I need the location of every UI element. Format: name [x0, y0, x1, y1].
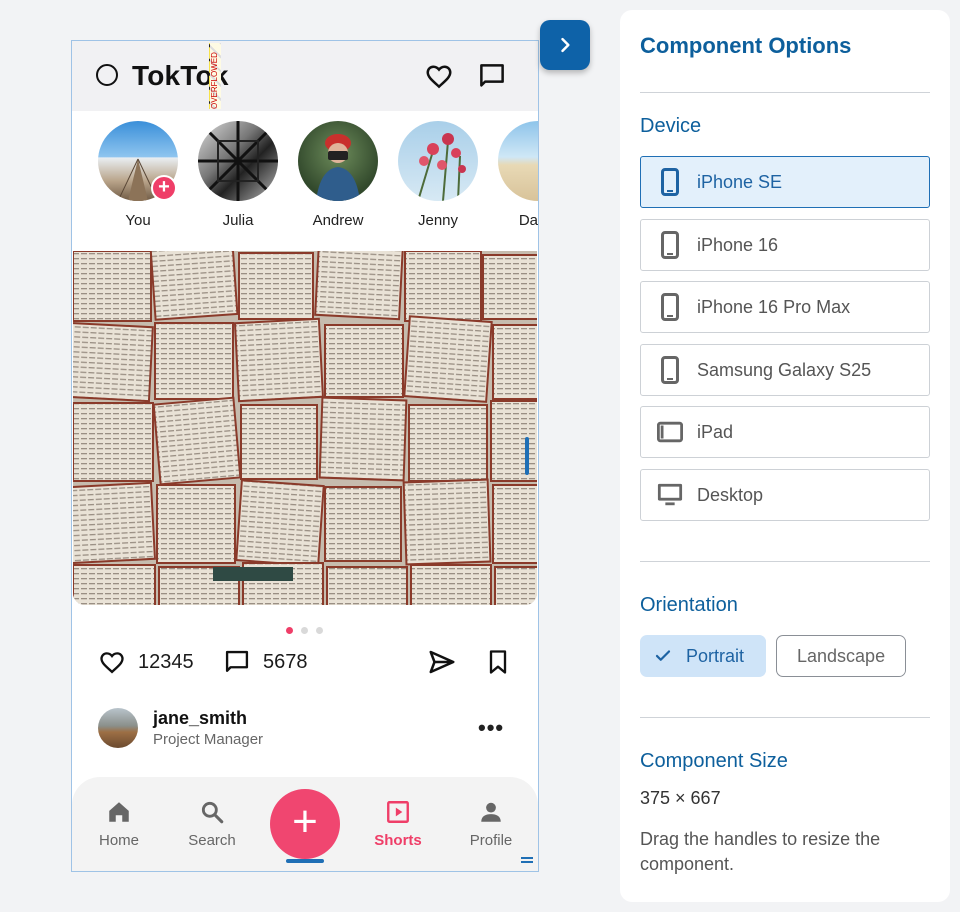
device-option-ipad[interactable]: iPad [640, 406, 930, 458]
story-name: Jenny [417, 212, 459, 229]
phone-icon [657, 167, 683, 197]
component-size-value: 375 × 667 [640, 788, 721, 808]
send-icon[interactable] [427, 647, 457, 677]
chevron-right-icon [561, 37, 570, 53]
story-avatar [298, 121, 378, 201]
device-option-desktop[interactable]: Desktop [640, 469, 930, 521]
orientation-label: Landscape [797, 645, 886, 666]
monitor-icon [657, 480, 683, 510]
message-icon[interactable] [477, 61, 507, 91]
bottom-navigation: Home Search + Shorts Profile [72, 777, 538, 871]
check-icon [655, 650, 671, 661]
size-section-title: Component Size [640, 750, 788, 772]
overflow-warning-label: OVERFLOWED BY 5 [210, 43, 221, 109]
comment-icon [225, 650, 249, 672]
story-avatar [398, 121, 478, 201]
story-item[interactable]: Jenny [398, 121, 478, 229]
story-item[interactable]: + You [98, 121, 178, 229]
author-role: Project Manager [153, 731, 264, 748]
page-dot [316, 627, 323, 634]
device-option-iphone-16-pro-max[interactable]: iPhone 16 Pro Max [640, 281, 930, 333]
logo-circle-icon [96, 64, 118, 86]
device-option-iphone-se[interactable]: iPhone SE [640, 156, 930, 208]
nav-label: Profile [469, 832, 513, 849]
story-name: David [518, 212, 538, 229]
more-options-icon[interactable]: ••• [478, 715, 504, 741]
comment-count: 5678 [263, 650, 308, 673]
story-name: Julia [222, 212, 254, 229]
phone-icon [657, 355, 683, 385]
divider [640, 561, 930, 562]
open-books-photo [73, 251, 537, 605]
text-fade [744, 635, 766, 677]
image-page-indicator [286, 621, 331, 634]
device-label: iPhone 16 Pro Max [697, 296, 851, 317]
device-label: iPhone 16 [697, 234, 779, 255]
panel-title: Component Options [640, 33, 852, 58]
flowers-photo [417, 133, 466, 201]
story-avatar [198, 121, 278, 201]
phone-icon [657, 230, 683, 260]
device-preview-frame: TokTok OVERFLOWED BY 5 + You [71, 40, 539, 872]
author-avatar[interactable] [98, 708, 138, 748]
play-square-icon [387, 801, 409, 823]
resize-handle-right[interactable] [525, 437, 529, 475]
nav-item-search[interactable]: Search [172, 799, 252, 849]
nav-item-home[interactable]: Home [79, 799, 159, 849]
resize-help-text: Drag the handles to resize the component… [640, 829, 881, 874]
bookmark-icon[interactable] [484, 648, 512, 676]
like-action[interactable]: 12345 [98, 647, 194, 677]
device-label: Samsung Galaxy S25 [697, 359, 872, 380]
story-item[interactable]: David [498, 121, 538, 229]
orientation-portrait-button[interactable]: Portrait [640, 635, 766, 677]
nav-item-shorts[interactable]: Shorts [358, 799, 438, 849]
device-label: iPhone SE [697, 171, 783, 192]
orientation-landscape-button[interactable]: Landscape [776, 635, 906, 677]
divider [640, 717, 930, 718]
nav-label: Shorts [374, 832, 422, 849]
page-dot [286, 627, 293, 634]
heart-outline-icon [100, 652, 124, 674]
structure-photo [198, 121, 278, 201]
text-fade [883, 636, 905, 676]
heart-icon[interactable] [424, 61, 454, 91]
device-label: Desktop [697, 484, 764, 505]
story-item[interactable]: Julia [198, 121, 278, 229]
fab-active-indicator [286, 859, 324, 863]
search-icon [201, 801, 224, 824]
comment-action[interactable]: 5678 [223, 647, 308, 677]
device-option-iphone-16[interactable]: iPhone 16 [640, 219, 930, 271]
add-story-badge[interactable]: + [151, 175, 177, 201]
nav-label: Search [188, 832, 236, 849]
page-dot [301, 627, 308, 634]
nav-item-profile[interactable]: Profile [451, 799, 531, 849]
create-post-button[interactable]: + [270, 789, 340, 859]
divider [640, 92, 930, 93]
phone-icon [657, 292, 683, 322]
person-icon [481, 802, 501, 822]
toggle-panel-button[interactable] [540, 20, 590, 70]
stories-row: + You Julia Andrew Jenny Da [72, 111, 538, 249]
orientation-section-title: Orientation [640, 594, 738, 616]
author-name[interactable]: jane_smith [153, 708, 247, 729]
photographer-photo [316, 134, 360, 201]
post-image[interactable] [73, 251, 537, 605]
nav-label: Home [98, 832, 139, 849]
like-count: 12345 [138, 650, 194, 673]
overflow-warning-strip: OVERFLOWED BY 5 [209, 43, 221, 109]
device-label: iPad [697, 421, 734, 442]
story-name: Andrew [312, 212, 364, 229]
tablet-icon [657, 417, 683, 447]
story-avatar [498, 121, 538, 201]
story-name: You [125, 212, 151, 229]
component-options-panel: Component Options Device iPhone SE iPhon… [620, 10, 950, 902]
device-option-samsung-galaxy-s25[interactable]: Samsung Galaxy S25 [640, 344, 930, 396]
orientation-label: Portrait [686, 645, 745, 666]
app-header: TokTok OVERFLOWED BY 5 [72, 41, 538, 111]
home-icon [109, 802, 129, 822]
device-section-title: Device [640, 115, 702, 137]
resize-handle-corner[interactable] [521, 857, 533, 859]
story-item[interactable]: Andrew [298, 121, 378, 229]
